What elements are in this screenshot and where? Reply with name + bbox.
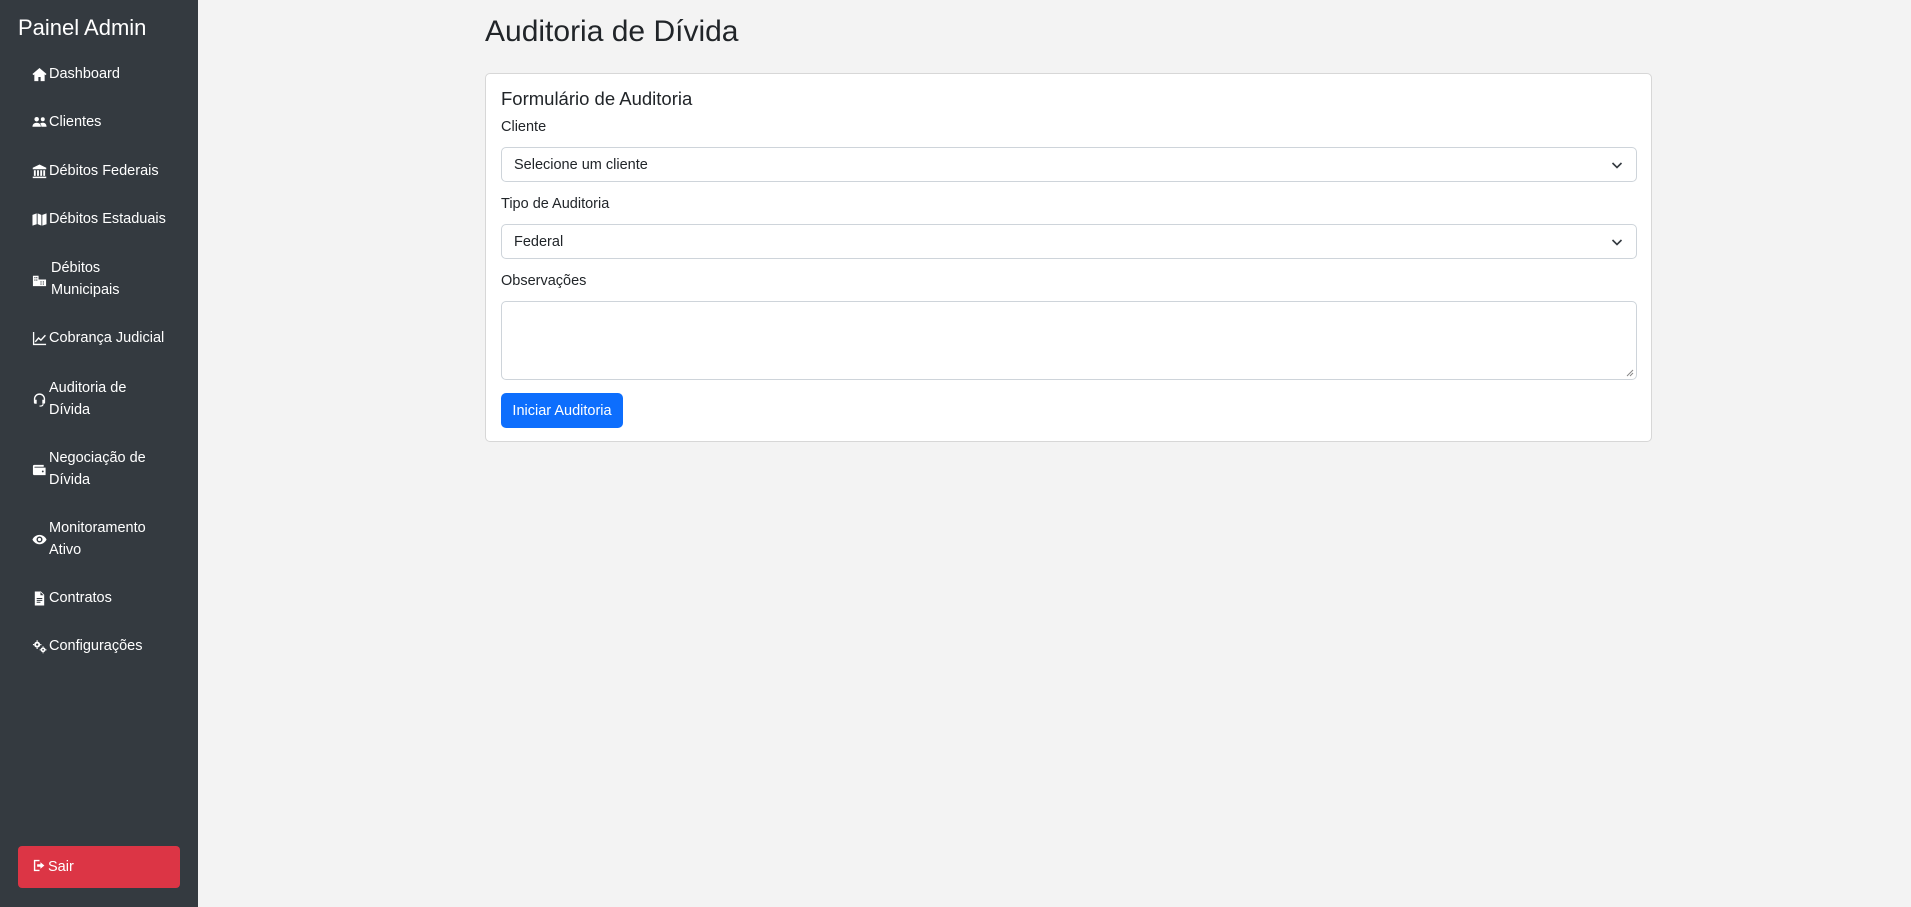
chart-line-icon [31,330,48,347]
brand-title: Painel Admin [18,15,147,40]
map-icon [31,211,48,228]
sidebar-item-cobranca-judicial[interactable]: Cobrança Judicial [31,327,181,349]
notes-textarea[interactable] [501,301,1637,380]
sidebar: Painel Admin Dashboard Clientes Débitos … [0,0,198,907]
sidebar-item-debitos-estaduais[interactable]: Débitos Estaduais [31,208,181,230]
city-icon [31,271,48,288]
client-select[interactable]: Selecione um cliente [501,147,1637,182]
audit-type-select[interactable]: Federal [501,224,1637,259]
contract-icon [31,590,48,607]
sidebar-item-monitoramento-ativo[interactable]: Monitoramento Ativo [31,517,181,561]
start-audit-button[interactable]: Iniciar Auditoria [501,393,623,428]
sidebar-item-debitos-federais[interactable]: Débitos Federais [31,160,181,182]
chevron-down-icon [1611,162,1623,169]
sidebar-item-contratos[interactable]: Contratos [31,587,181,609]
sidebar-item-label: Dashboard [49,66,120,82]
client-label: Cliente [501,119,547,135]
notes-label: Observações [501,273,587,289]
sidebar-item-configuracoes[interactable]: Configurações [31,635,181,657]
sidebar-item-dashboard[interactable]: Dashboard [31,63,181,85]
sidebar-item-auditoria-divida[interactable]: Auditoria de Dívida [31,377,181,421]
sidebar-item-label: Débitos Federais [49,163,159,179]
users-icon [31,114,48,131]
headset-icon [31,391,48,408]
audit-type-select-value: Federal [514,233,564,250]
sidebar-item-label: Cobrança Judicial [49,330,165,346]
logout-label: Sair [48,859,74,875]
chevron-down-icon [1611,239,1623,246]
sidebar-item-clientes[interactable]: Clientes [31,111,181,133]
client-select-value: Selecione um cliente [514,156,648,173]
sidebar-item-label: Negociação de Dívida [49,450,146,488]
sidebar-item-label: Contratos [49,590,112,606]
sidebar-item-label: Clientes [49,114,102,130]
resize-grip-icon[interactable] [1626,369,1634,377]
logout-button[interactable]: Sair [18,846,180,888]
home-icon [31,66,48,83]
sidebar-item-label: Auditoria de Dívida [49,380,127,418]
card-title: Formulário de Auditoria [501,88,693,109]
sidebar-item-negociacao-divida[interactable]: Negociação de Dívida [31,447,181,491]
gears-icon [31,638,48,655]
bank-icon [31,163,48,180]
page-title: Auditoria de Dívida [485,15,739,48]
sidebar-item-label: Configurações [49,638,143,654]
sidebar-item-debitos-municipais[interactable]: Débitos Municipais [31,257,181,301]
sidebar-item-label: Débitos Municipais [51,260,120,298]
wallet-icon [31,461,48,478]
sidebar-item-label: Débitos Estaduais [49,211,166,227]
audit-type-label: Tipo de Auditoria [501,196,610,212]
eye-icon [31,531,48,548]
sidebar-item-label: Monitoramento Ativo [49,520,146,558]
sign-out-icon [32,858,47,877]
audit-form-card: Formulário de Auditoria Cliente Selecion… [485,73,1652,442]
